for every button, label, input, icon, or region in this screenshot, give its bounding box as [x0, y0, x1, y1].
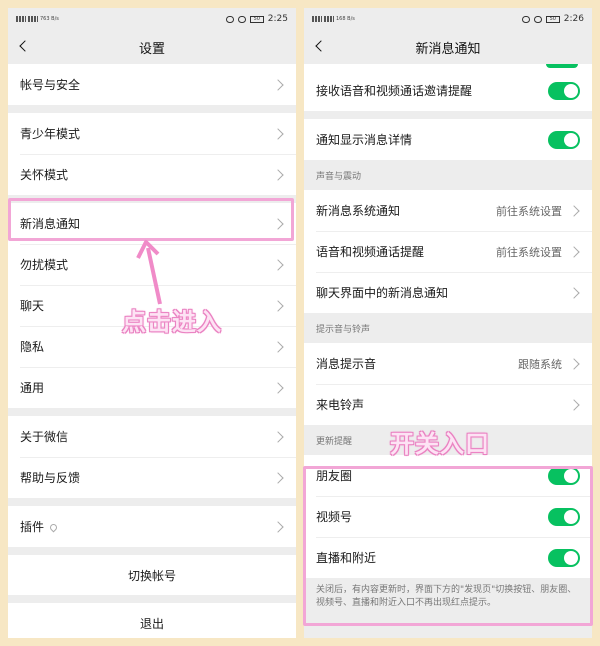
nav-bar: 新消息通知 — [304, 30, 592, 64]
toggle-switch[interactable] — [548, 548, 580, 567]
item-label: 青少年模式 — [20, 127, 81, 141]
item-value: 前往系统设置 — [496, 204, 562, 218]
signal-icon — [16, 16, 26, 22]
toggle-switch[interactable] — [548, 507, 580, 526]
chevron-right-icon — [272, 299, 284, 312]
back-arrow-icon[interactable] — [314, 40, 326, 52]
item-label: 插件 — [20, 518, 274, 535]
item-label: 聊天界面中的新消息通知 — [316, 286, 449, 300]
location-pin-icon — [48, 522, 59, 533]
chevron-right-icon — [272, 168, 284, 181]
item-label-text: 插件 — [20, 520, 45, 534]
settings-item-care-mode[interactable]: 关怀模式 — [8, 154, 296, 195]
section-header-sound: 声音与震动 — [304, 160, 592, 190]
settings-item-plugins[interactable]: 插件 — [8, 506, 296, 547]
chevron-right-icon — [272, 340, 284, 353]
item-label: 隐私 — [20, 340, 45, 354]
settings-item-help[interactable]: 帮助与反馈 — [8, 457, 296, 498]
chevron-right-icon — [568, 286, 580, 299]
annotation-tap-to-enter: 点击进入 — [122, 308, 222, 336]
chevron-right-icon — [568, 357, 580, 370]
settings-item-youth-mode[interactable]: 青少年模式 — [8, 113, 296, 154]
item-label: 直播和附近 — [316, 551, 377, 565]
ringtone-row[interactable]: 来电铃声 — [304, 384, 592, 425]
call-invite-reminder-row[interactable]: 接收语音和视频通话邀请提醒 — [304, 70, 592, 111]
settings-item-general[interactable]: 通用 — [8, 367, 296, 408]
signal-icon — [312, 16, 322, 22]
eye-icon — [225, 15, 234, 23]
item-label: 帐号与安全 — [20, 78, 81, 92]
back-arrow-icon[interactable] — [18, 40, 30, 52]
toggle-switch[interactable] — [548, 466, 580, 485]
item-value: 跟随系统 — [518, 357, 562, 371]
battery-icon: 50 — [249, 15, 264, 23]
moments-toggle-row[interactable]: 朋友圈 — [304, 455, 592, 496]
item-label: 视频号 — [316, 510, 353, 524]
logout-button[interactable]: 退出 — [8, 603, 296, 638]
chevron-right-icon — [272, 430, 284, 443]
signal-icon — [324, 16, 334, 22]
chevron-right-icon — [272, 520, 284, 533]
clock: 2:25 — [267, 14, 288, 24]
item-label: 新消息通知 — [20, 217, 81, 231]
nav-bar: 设置 — [8, 30, 296, 64]
item-label: 通知显示消息详情 — [316, 133, 413, 147]
signal-icon — [28, 16, 38, 22]
item-value: 前往系统设置 — [496, 245, 562, 259]
channels-toggle-row[interactable]: 视频号 — [304, 496, 592, 537]
settings-item-about[interactable]: 关于微信 — [8, 416, 296, 457]
system-notification-row[interactable]: 新消息系统通知 前往系统设置 — [304, 190, 592, 231]
chevron-right-icon — [272, 471, 284, 484]
network-speed: 763 B/s — [40, 15, 59, 22]
item-label: 消息提示音 — [316, 357, 377, 371]
mute-icon — [533, 15, 542, 23]
item-label: 关于微信 — [20, 430, 69, 444]
chevron-right-icon — [272, 78, 284, 91]
toggle-switch[interactable] — [548, 130, 580, 149]
chevron-right-icon — [272, 381, 284, 394]
annotation-switch-entry: 开关入口 — [390, 430, 490, 458]
chevron-right-icon — [272, 127, 284, 140]
message-tone-row[interactable]: 消息提示音 跟随系统 — [304, 343, 592, 384]
live-nearby-toggle-row[interactable]: 直播和附近 — [304, 537, 592, 578]
update-reminder-note: 关闭后，有内容更新时，界面下方的"发现页"切换按钮、朋友圈、视频号、直播和附近入… — [304, 578, 592, 616]
item-label: 朋友圈 — [316, 469, 353, 483]
item-label: 新消息系统通知 — [316, 204, 401, 218]
page-title: 新消息通知 — [415, 41, 481, 57]
item-label: 接收语音和视频通话邀请提醒 — [316, 84, 473, 98]
toggle-switch[interactable] — [548, 81, 580, 100]
status-bar: 763 B/s 50 2:25 — [8, 8, 296, 30]
pointer-arrow — [136, 240, 162, 305]
clock: 2:26 — [563, 14, 584, 24]
new-message-notification-screen: 168 B/s 50 2:26 新消息通知 接收语音和视频通话邀请提醒 通知显示… — [304, 8, 592, 638]
chevron-right-icon — [568, 245, 580, 258]
in-chat-notification-row[interactable]: 聊天界面中的新消息通知 — [304, 272, 592, 313]
section-header-ringtone: 提示音与铃声 — [304, 313, 592, 343]
chevron-right-icon — [272, 258, 284, 271]
switch-account-button[interactable]: 切换帐号 — [8, 555, 296, 595]
page-title: 设置 — [138, 41, 165, 57]
call-reminder-row[interactable]: 语音和视频通话提醒 前往系统设置 — [304, 231, 592, 272]
item-label: 关怀模式 — [20, 168, 69, 182]
network-speed: 168 B/s — [336, 15, 355, 22]
item-label: 帮助与反馈 — [20, 471, 81, 485]
item-label: 来电铃声 — [316, 398, 365, 412]
status-bar: 168 B/s 50 2:26 — [304, 8, 592, 30]
chevron-right-icon — [272, 217, 284, 230]
item-label: 语音和视频通话提醒 — [316, 245, 425, 259]
chevron-right-icon — [568, 398, 580, 411]
item-label: 通用 — [20, 381, 45, 395]
mute-icon — [237, 15, 246, 23]
eye-icon — [521, 15, 530, 23]
battery-icon: 50 — [545, 15, 560, 23]
chevron-right-icon — [568, 204, 580, 217]
show-message-detail-row[interactable]: 通知显示消息详情 — [304, 119, 592, 160]
settings-item-account[interactable]: 帐号与安全 — [8, 64, 296, 105]
